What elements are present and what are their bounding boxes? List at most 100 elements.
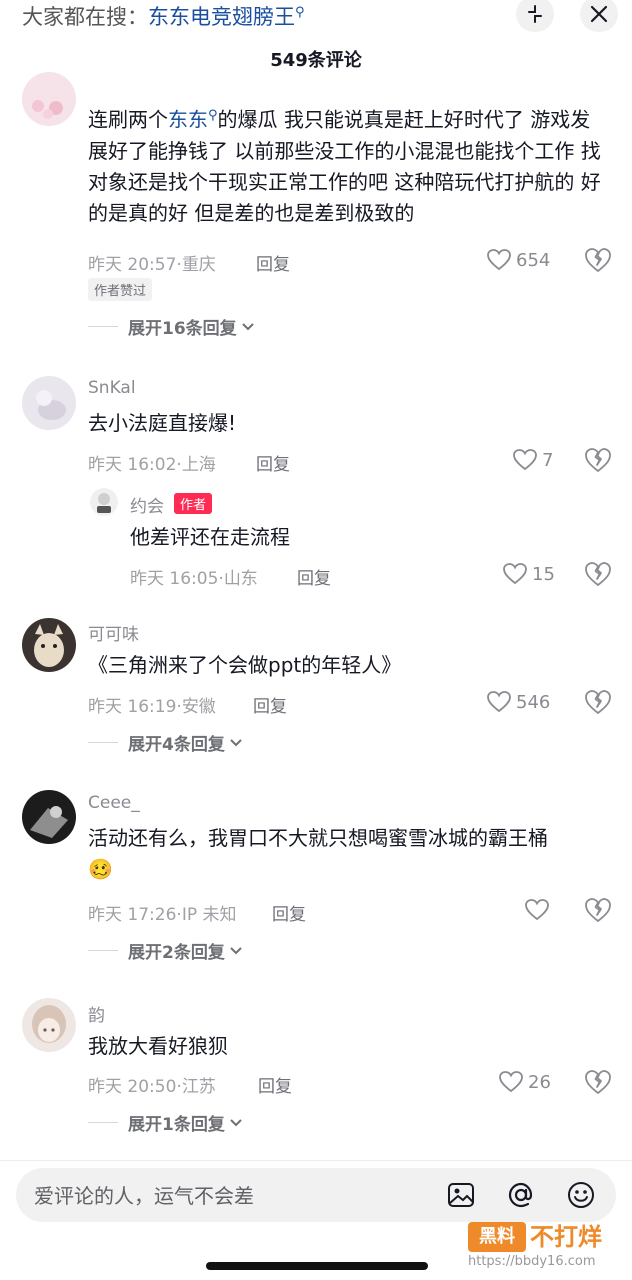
comment-time: 昨天 20:57: [88, 255, 177, 275]
reply-button[interactable]: 回复: [272, 900, 306, 925]
expand-replies-button[interactable]: 展开2条回复: [88, 938, 243, 963]
trending-search-hint[interactable]: 大家都在搜：东东电竞翅膀王⚲: [22, 0, 305, 30]
reply-button[interactable]: 回复: [258, 1072, 292, 1097]
heart-icon: [499, 1071, 523, 1093]
like-count: 654: [516, 249, 551, 271]
comment-mention-link[interactable]: 东东: [168, 108, 208, 132]
comment-meta: 昨天 16:19·安徽: [88, 692, 216, 717]
collapse-button[interactable]: [516, 0, 554, 32]
chevron-down-icon: [230, 1119, 242, 1127]
heart-icon: [503, 563, 527, 585]
reply-button[interactable]: 回复: [256, 250, 290, 275]
chevron-down-icon: [241, 323, 254, 331]
dislike-button[interactable]: [584, 246, 612, 274]
like-count: 26: [528, 1071, 551, 1093]
comment-time: 昨天 17:26: [88, 905, 177, 925]
comment-location: 重庆: [181, 255, 216, 275]
heart-icon: [487, 249, 511, 271]
author-liked-tag: 作者赞过: [88, 278, 153, 301]
chevron-down-icon: [230, 739, 242, 747]
avatar[interactable]: [22, 998, 76, 1052]
reply-button[interactable]: 回复: [256, 450, 290, 475]
reply-nickname[interactable]: 约会: [130, 492, 164, 517]
comment-location: 上海: [181, 455, 216, 475]
watermark-url: https://bbdy16.com: [468, 1254, 596, 1269]
comment-time: 昨天 16:02: [88, 455, 177, 475]
top-bar: 大家都在搜：东东电竞翅膀王⚲: [0, 0, 632, 42]
search-icon: ⚲: [295, 5, 305, 20]
close-button[interactable]: [580, 0, 618, 32]
mention-icon[interactable]: [506, 1180, 536, 1210]
comment-meta: 昨天 16:02·上海: [88, 450, 216, 475]
home-indicator: [206, 1262, 428, 1270]
comment-location: IP 未知: [181, 905, 237, 925]
comment-nickname[interactable]: 可可味: [88, 620, 139, 645]
comment-nickname[interactable]: SnKal: [88, 378, 136, 398]
comment-input[interactable]: [34, 1182, 434, 1210]
comment-meta: 昨天 17:26·IP 未知: [88, 900, 236, 925]
reply-avatar[interactable]: [90, 488, 118, 516]
like-count: 7: [542, 449, 554, 471]
like-count: 15: [532, 563, 555, 585]
comment-location: 安徽: [181, 697, 216, 717]
like-button[interactable]: 7: [512, 446, 553, 474]
comment-text: 我放大看好狼狈: [88, 1034, 228, 1058]
reply-button[interactable]: 回复: [297, 564, 331, 589]
emoji-icon[interactable]: [566, 1180, 596, 1210]
comment-text: 连刷两个东东⚲的爆瓜 我只能说真是赶上好时代了 游戏发展好了能挣钱了 以前那些没…: [88, 100, 604, 229]
dislike-button[interactable]: [584, 688, 612, 716]
close-icon: [590, 5, 608, 23]
expand-divider-line: [88, 949, 118, 951]
divider: [0, 1160, 632, 1161]
like-button[interactable]: 546: [486, 688, 550, 716]
comment-count-title: 549条评论: [270, 50, 362, 71]
like-button[interactable]: [524, 896, 554, 924]
reply-button[interactable]: 回复: [253, 692, 287, 717]
comment-meta: 昨天 20:57·重庆: [88, 250, 216, 275]
reply-text: 他差评还在走流程: [130, 525, 290, 549]
comment-input-bar[interactable]: [16, 1168, 616, 1222]
reply-meta: 昨天 16:05·山东: [130, 564, 258, 589]
reply-location: 山东: [223, 569, 258, 589]
search-hint-keyword[interactable]: 东东电竞翅膀王: [148, 5, 295, 29]
avatar[interactable]: [22, 790, 76, 844]
expand-replies-label: 展开1条回复: [128, 1114, 225, 1135]
reply-time: 昨天 16:05: [130, 569, 219, 589]
expand-replies-button[interactable]: 展开1条回复: [88, 1110, 243, 1135]
heart-icon: [487, 691, 511, 713]
comment-nickname[interactable]: Ceee_: [88, 793, 140, 813]
comment-text-part: 活动还有么，我胃口不大就只想喝蜜雪冰城的霸王桶: [88, 826, 548, 850]
like-count: 546: [516, 691, 551, 713]
expand-replies-label: 展开4条回复: [128, 734, 225, 755]
comment-text: 去小法庭直接爆!: [88, 411, 237, 435]
watermark-logo: 黑料: [468, 1222, 526, 1252]
expand-replies-button[interactable]: 展开4条回复: [88, 730, 243, 755]
comment-time: 昨天 16:19: [88, 697, 177, 717]
expand-replies-button[interactable]: 展开16条回复: [88, 314, 255, 339]
image-icon[interactable]: [446, 1180, 476, 1210]
watermark-name: 不打烊: [530, 1223, 602, 1251]
avatar[interactable]: [22, 618, 76, 672]
dislike-button[interactable]: [584, 896, 612, 924]
heart-icon: [513, 449, 537, 471]
dislike-button[interactable]: [584, 560, 612, 588]
search-icon: ⚲: [208, 108, 218, 123]
expand-divider-line: [88, 325, 118, 327]
like-button[interactable]: 15: [502, 560, 555, 588]
avatar[interactable]: [22, 72, 76, 126]
woozy-emoji: 🥴: [88, 857, 113, 881]
expand-replies-label: 展开16条回复: [128, 318, 237, 339]
collapse-icon: [528, 5, 542, 23]
chevron-down-icon: [230, 947, 242, 955]
dislike-button[interactable]: [584, 446, 612, 474]
comment-meta: 昨天 20:50·江苏: [88, 1072, 216, 1097]
like-button[interactable]: 26: [498, 1068, 551, 1096]
author-badge: 作者: [174, 493, 213, 514]
dislike-button[interactable]: [584, 1068, 612, 1096]
like-button[interactable]: 654: [486, 246, 550, 274]
avatar[interactable]: [22, 376, 76, 430]
expand-replies-label: 展开2条回复: [128, 942, 225, 963]
comment-text: 《三角洲来了个会做ppt的年轻人》: [88, 653, 402, 677]
search-hint-prefix: 大家都在搜：: [22, 5, 148, 29]
comment-nickname[interactable]: 韵: [88, 1001, 105, 1026]
